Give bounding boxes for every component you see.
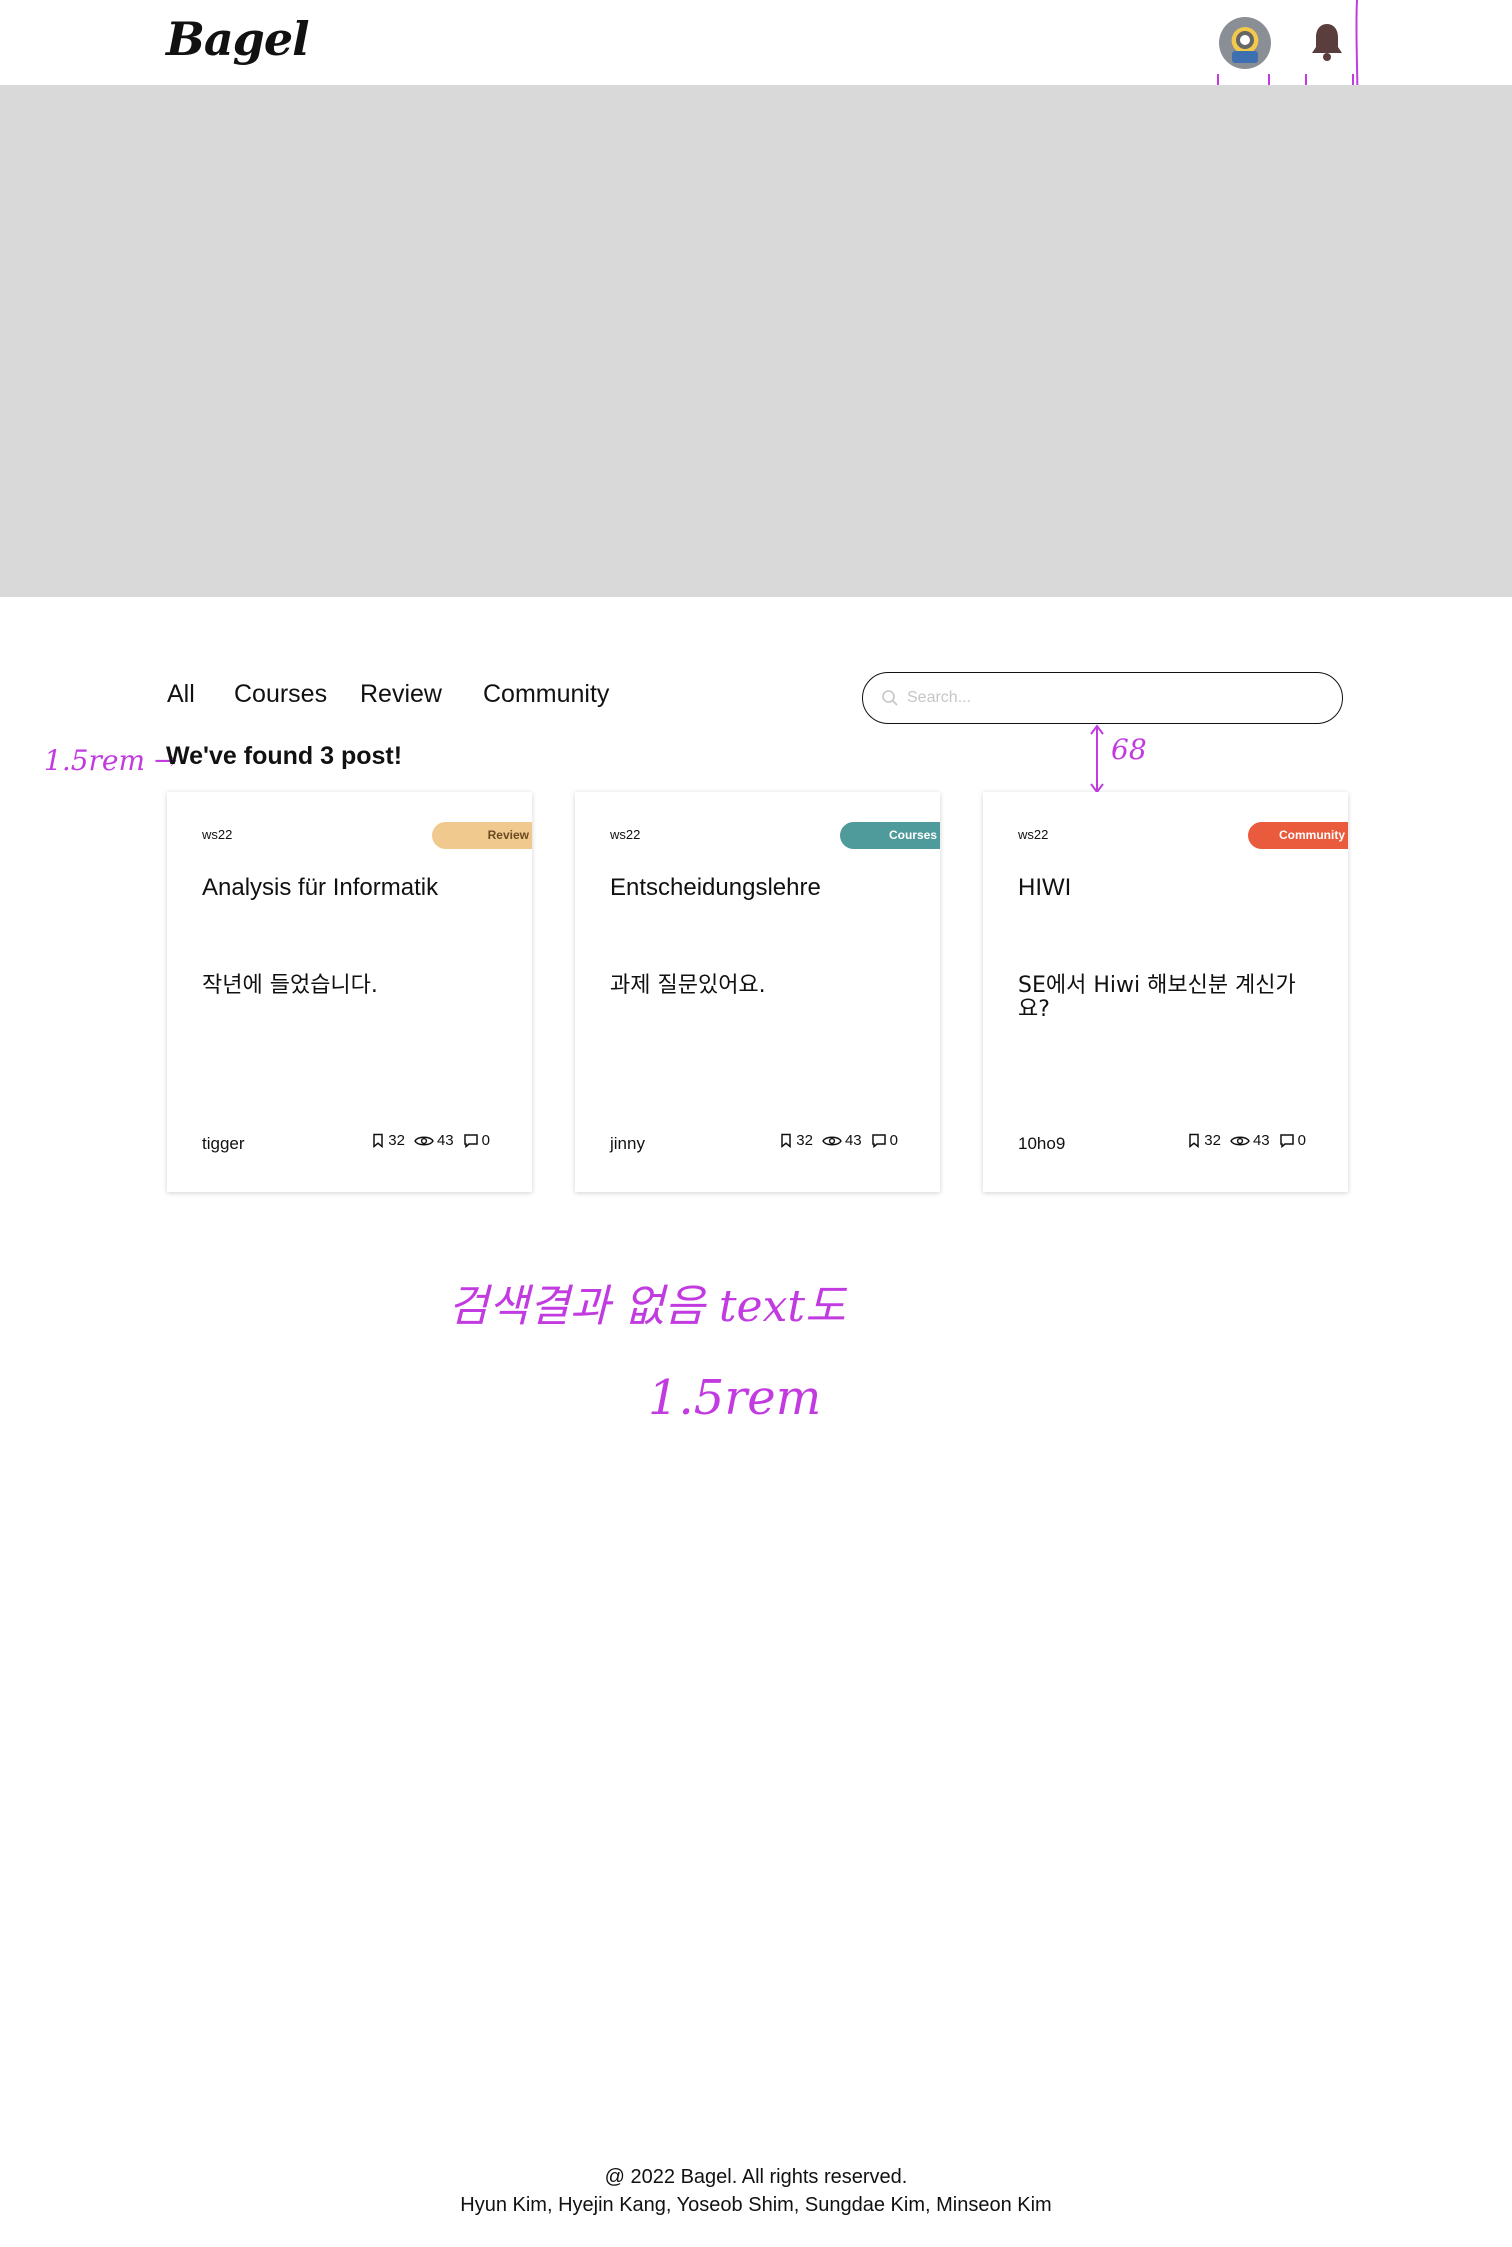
post-stats: 32 43 0 [779,1132,898,1149]
footer: @ 2022 Bagel. All rights reserved. Hyun … [0,2163,1512,2219]
search-input[interactable] [907,689,1307,707]
post-card[interactable]: ws22 Review Analysis für Informatik 작년에 … [167,792,532,1192]
bookmark-count: 32 [796,1132,813,1149]
annotation-empty-note: 검색결과 없음 text도 [448,1281,846,1332]
annotation-gap: 68 [1111,733,1147,766]
comment-count: 0 [481,1132,490,1149]
filter-courses[interactable]: Courses [234,680,327,709]
post-stats: 32 43 0 [1187,1132,1306,1149]
bookmark-icon[interactable] [371,1133,385,1148]
post-term: ws22 [202,827,233,842]
view-count: 43 [1252,1132,1270,1149]
filter-review[interactable]: Review [360,680,442,709]
footer-copyright: @ 2022 Bagel. All rights reserved. [604,2166,908,2188]
post-term: ws22 [610,827,641,842]
comment-count: 0 [889,1132,898,1149]
post-title[interactable]: Analysis für Informatik [202,876,502,900]
post-term: ws22 [1018,827,1049,842]
comment-icon[interactable] [871,1133,887,1148]
annotation-empty-size: 1.5rem [648,1370,822,1426]
search-box[interactable] [862,672,1343,724]
results-count: We've found 3 post! [166,742,403,770]
post-body: 작년에 들었습니다. [202,973,378,998]
eye-icon [1230,1136,1250,1145]
post-author[interactable]: jinny [610,1134,645,1154]
footer-credits: Hyun Kim, Hyejin Kang, Yoseob Shim, Sung… [460,2194,1052,2216]
post-stats: 32 43 0 [371,1132,490,1149]
category-badge[interactable]: Community [1248,822,1348,849]
eye-icon [414,1136,434,1145]
bookmark-count: 32 [388,1132,405,1149]
comment-count: 0 [1297,1132,1306,1149]
post-body: 과제 질문있어요. [610,973,766,998]
post-card[interactable]: ws22 Community HIWI SE에서 Hiwi 해보신분 계신가요?… [983,792,1348,1192]
logo[interactable]: Bagel [166,12,310,66]
category-badge[interactable]: Courses [840,822,940,849]
bookmark-icon[interactable] [779,1133,793,1148]
post-author[interactable]: tigger [202,1134,245,1154]
category-badge[interactable]: Review [432,822,532,849]
post-body: SE에서 Hiwi 해보신분 계신가요? [1018,973,1296,1022]
comment-icon[interactable] [1279,1133,1295,1148]
filter-community[interactable]: Community [483,680,609,709]
bookmark-count: 32 [1204,1132,1221,1149]
post-title[interactable]: Entscheidungslehre [610,876,910,900]
eye-icon [822,1136,842,1145]
view-count: 43 [844,1132,862,1149]
search-icon [882,690,898,706]
bookmark-icon[interactable] [1187,1133,1201,1148]
post-title[interactable]: HIWI [1018,876,1318,900]
comment-icon[interactable] [463,1133,479,1148]
hero-banner [0,85,1512,597]
filter-all[interactable]: All [167,680,195,709]
annotation-found-size: 1.5rem → [44,744,178,777]
post-card[interactable]: ws22 Courses Entscheidungslehre 과제 질문있어요… [575,792,940,1192]
post-author[interactable]: 10ho9 [1018,1134,1065,1154]
view-count: 43 [436,1132,454,1149]
